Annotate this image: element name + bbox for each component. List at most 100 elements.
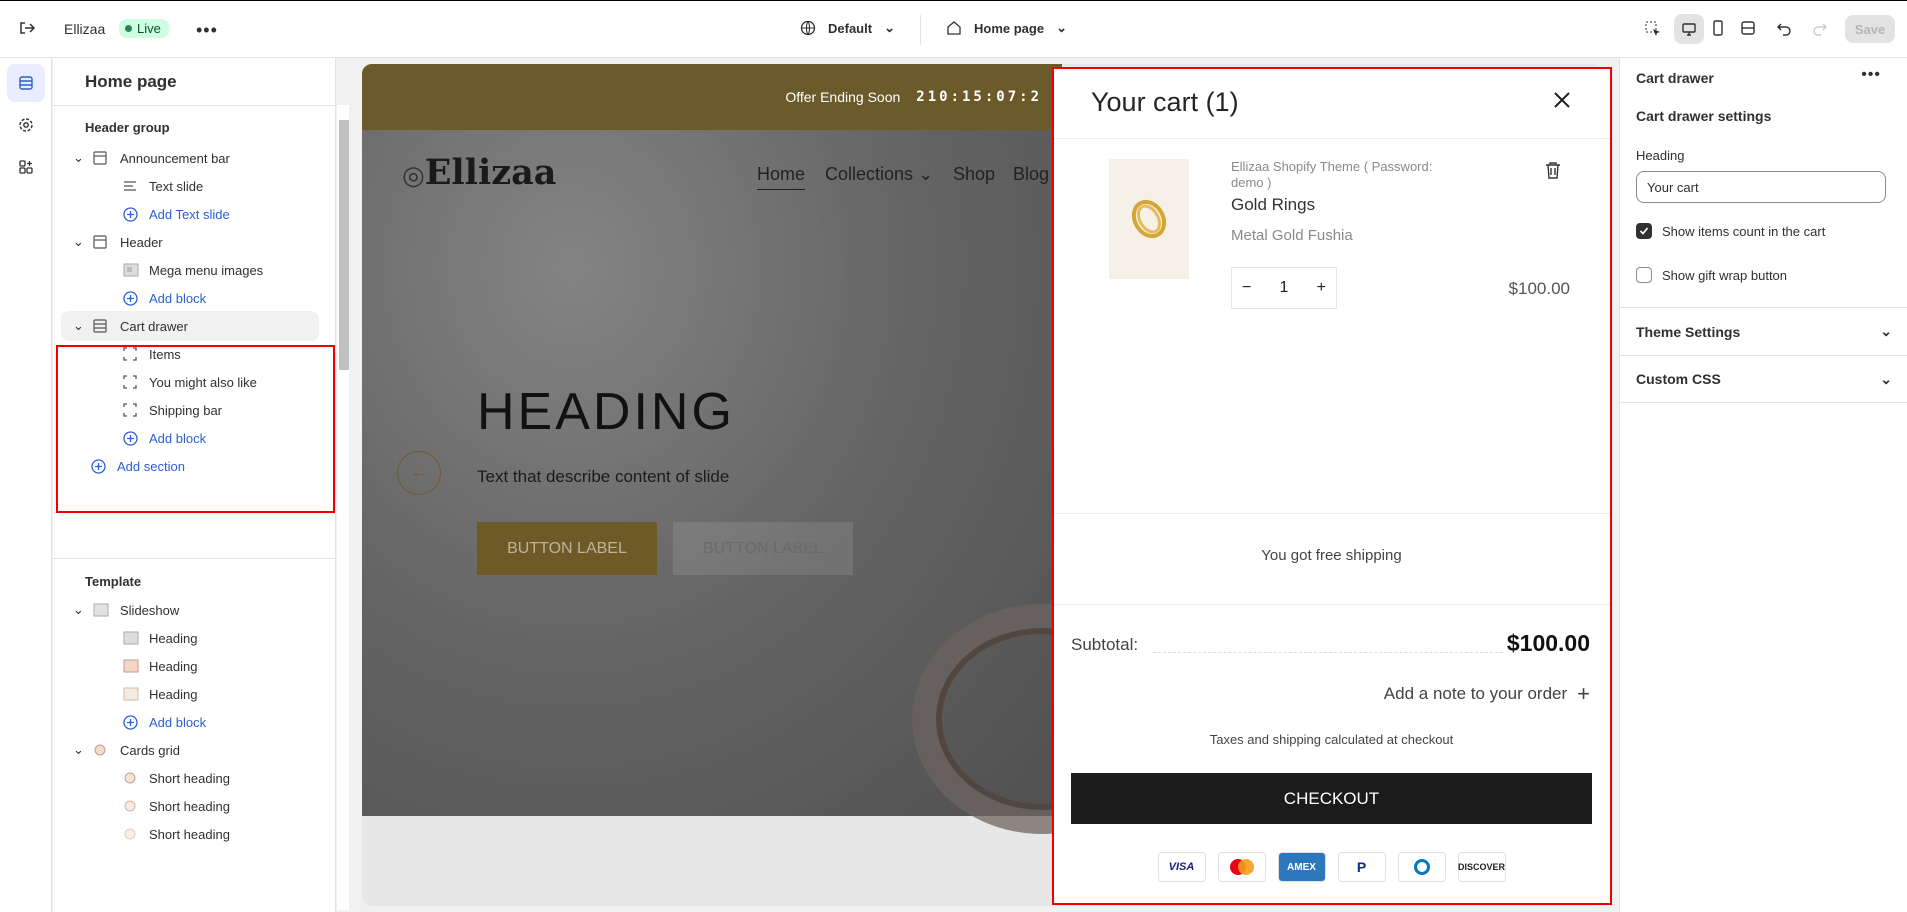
sections-sidebar: Home page Header group ⌄ Announcement ba… (53, 58, 336, 912)
settings-gear-icon[interactable] (7, 106, 45, 144)
amex-icon: AMEX (1277, 852, 1326, 882)
block-icon (123, 403, 137, 417)
add-block-label: Add block (149, 290, 207, 306)
plus-icon[interactable]: + (1317, 279, 1326, 297)
product-vendor: Ellizaa Shopify Theme ( Password: demo ) (1231, 159, 1433, 190)
image-icon (124, 828, 136, 840)
free-shipping-message: You got free shipping (1261, 547, 1402, 564)
home-icon (947, 21, 961, 35)
nav-home[interactable]: Home (757, 164, 806, 190)
sidebar-item-short-heading[interactable]: Short heading (61, 819, 319, 849)
sidebar-item-short-heading[interactable]: Short heading (61, 763, 319, 793)
heading-field-label: Heading (1636, 148, 1685, 163)
sidebar-item-header[interactable]: ⌄ Header (61, 227, 319, 257)
sidebar-item-heading[interactable]: Heading (61, 623, 319, 653)
page-select[interactable]: Home page ⌄ (946, 20, 1067, 36)
sidebar-item-text-slide[interactable]: Text slide (61, 171, 319, 201)
nav-collections[interactable]: Collections ⌄ (825, 164, 933, 185)
add-text-slide-button[interactable]: Add Text slide (61, 199, 319, 229)
nav-shop[interactable]: Shop (953, 164, 995, 185)
left-rail (0, 58, 52, 912)
sidebar-item-announcement-bar[interactable]: ⌄ Announcement bar (61, 143, 319, 173)
add-block-button[interactable]: Add block (61, 423, 319, 453)
chevron-down-icon[interactable]: ⌄ (73, 742, 84, 758)
hero-subtext: Text that describe content of slide (477, 467, 730, 486)
more-actions-icon[interactable]: ••• (196, 20, 218, 41)
status-badge: Live (119, 19, 169, 38)
hero-button-secondary[interactable]: BUTTON LABEL (673, 522, 853, 575)
theme-select[interactable]: Default ⌄ (800, 20, 895, 36)
sidebar-item-short-heading[interactable]: Short heading (61, 791, 319, 821)
chevron-down-icon[interactable]: ⌄ (73, 602, 84, 618)
sidebar-scrollbar-thumb[interactable] (339, 120, 349, 370)
add-block-button[interactable]: Add block (61, 707, 319, 737)
sidebar-item-you-might-also-like[interactable]: You might also like (61, 367, 319, 397)
theme-settings-section[interactable]: Theme Settings ⌄ (1620, 307, 1907, 355)
image-icon (93, 603, 109, 617)
save-button[interactable]: Save (1845, 15, 1895, 43)
show-count-checkbox[interactable]: Show items count in the cart (1636, 223, 1825, 239)
image-icon (124, 772, 136, 784)
heading-field[interactable] (1636, 171, 1886, 203)
sidebar-item-mega-menu-images[interactable]: Mega menu images (61, 255, 319, 285)
minus-icon[interactable]: − (1242, 279, 1251, 297)
cart-title: Your cart (1) (1091, 87, 1239, 117)
sidebar-item-heading[interactable]: Heading (61, 651, 319, 681)
sidebar-item-cart-drawer[interactable]: ⌄ Cart drawer (61, 311, 319, 341)
sidebar-item-label: Heading (149, 686, 198, 702)
sidebar-item-slideshow[interactable]: ⌄ Slideshow (61, 595, 319, 625)
checkout-button[interactable]: CHECKOUT (1071, 773, 1592, 824)
arrow-left-icon[interactable]: ← (397, 451, 441, 495)
add-block-button[interactable]: Add block (61, 283, 319, 313)
apps-icon[interactable] (7, 148, 45, 186)
close-icon[interactable] (1553, 91, 1571, 114)
show-count-label: Show items count in the cart (1662, 223, 1826, 239)
product-image[interactable] (1109, 159, 1189, 279)
exit-icon[interactable] (18, 19, 36, 37)
cart-drawer: Your cart (1) Ellizaa Shopify Theme ( Pa… (1053, 67, 1610, 904)
mobile-view-icon[interactable] (1710, 20, 1726, 36)
fullscreen-icon[interactable] (1740, 20, 1756, 36)
sidebar-item-cards-grid[interactable]: ⌄ Cards grid (61, 735, 319, 765)
divider (920, 15, 921, 45)
tax-note: Taxes and shipping calculated at checkou… (1209, 732, 1454, 747)
subtotal-leader (1153, 652, 1503, 653)
countdown-timer: 210:15:07:2 (916, 89, 1042, 105)
sidebar-item-shipping-bar[interactable]: Shipping bar (61, 395, 319, 425)
add-section-button[interactable]: Add section (61, 451, 319, 481)
product-title[interactable]: Gold Rings (1231, 195, 1315, 215)
sidebar-item-label: Items (149, 346, 181, 362)
panel-subtitle: Cart drawer settings (1636, 108, 1772, 124)
add-note-button[interactable]: Add a note to your order + (1384, 681, 1590, 707)
sidebar-item-items[interactable]: Items (61, 339, 319, 369)
chevron-down-icon[interactable]: ⌄ (73, 234, 84, 250)
page-select-label: Home page (974, 20, 1045, 36)
checkbox-unchecked-icon[interactable] (1636, 267, 1652, 283)
chevron-down-icon[interactable]: ⌄ (73, 150, 84, 166)
redo-icon[interactable] (1812, 20, 1828, 36)
store-logo[interactable]: ◎Ellizaa (402, 152, 556, 193)
hero-heading: HEADING (477, 383, 735, 441)
desktop-view-icon[interactable] (1674, 14, 1704, 44)
quantity-value[interactable]: 1 (1280, 279, 1289, 297)
gift-wrap-checkbox[interactable]: Show gift wrap button (1636, 267, 1787, 283)
logo-icon: ◎ (402, 161, 425, 191)
sidebar-item-heading[interactable]: Heading (61, 679, 319, 709)
image-icon (123, 263, 139, 277)
section-icon (93, 235, 107, 249)
custom-css-section[interactable]: Custom CSS ⌄ (1620, 355, 1907, 403)
sections-icon[interactable] (7, 64, 45, 102)
more-actions-icon[interactable]: ••• (1861, 66, 1881, 84)
trash-icon[interactable] (1545, 161, 1561, 184)
chevron-down-icon[interactable]: ⌄ (73, 318, 84, 334)
checkbox-checked-icon[interactable] (1636, 223, 1652, 239)
nav-blog[interactable]: Blog (1013, 164, 1049, 185)
add-block-label: Add block (149, 430, 207, 446)
amex-label: AMEX (1287, 861, 1316, 873)
store-name: Ellizaa (64, 21, 106, 37)
hero-button-primary[interactable]: BUTTON LABEL (477, 522, 657, 575)
inspector-icon[interactable] (1644, 20, 1662, 38)
divider (1053, 138, 1610, 139)
undo-icon[interactable] (1776, 20, 1792, 36)
chevron-down-icon: ⌄ (1056, 20, 1067, 35)
